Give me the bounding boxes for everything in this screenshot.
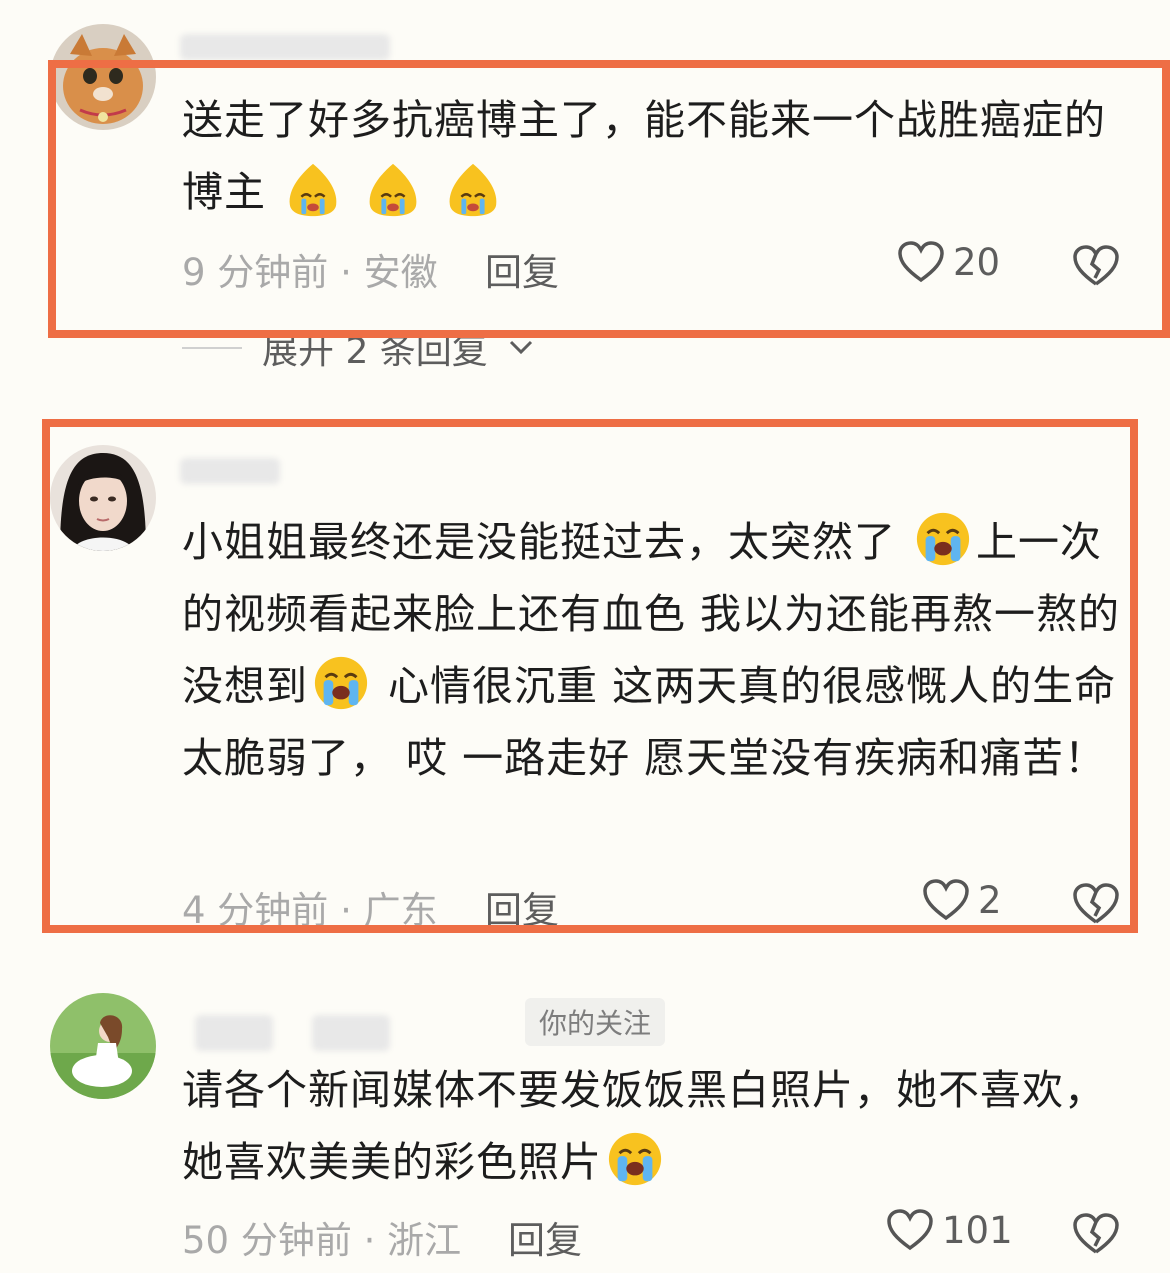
heart-icon	[887, 1209, 933, 1251]
like-count: 101	[942, 1208, 1013, 1252]
chevron-down-icon	[509, 340, 532, 355]
username[interactable]	[180, 34, 390, 60]
broken-heart-icon[interactable]	[1072, 1212, 1120, 1256]
following-badge: 你的关注	[525, 998, 666, 1046]
highlight-box-1	[48, 60, 1170, 338]
reply-button[interactable]: 回复	[508, 1210, 582, 1264]
crying-face-emoji-icon	[608, 1132, 662, 1186]
avatar[interactable]	[50, 993, 156, 1099]
expand-divider	[182, 347, 242, 349]
comment-meta: 50 分钟前 · 浙江	[182, 1219, 462, 1262]
highlight-box-2	[42, 419, 1138, 933]
username[interactable]	[195, 1015, 273, 1051]
like-button[interactable]: 101	[886, 1208, 1013, 1252]
comment-text: 请各个新闻媒体不要发饭饭黑白照片，她不喜欢，她喜欢美美的彩色照片	[182, 1054, 1127, 1198]
username[interactable]	[312, 1015, 390, 1051]
